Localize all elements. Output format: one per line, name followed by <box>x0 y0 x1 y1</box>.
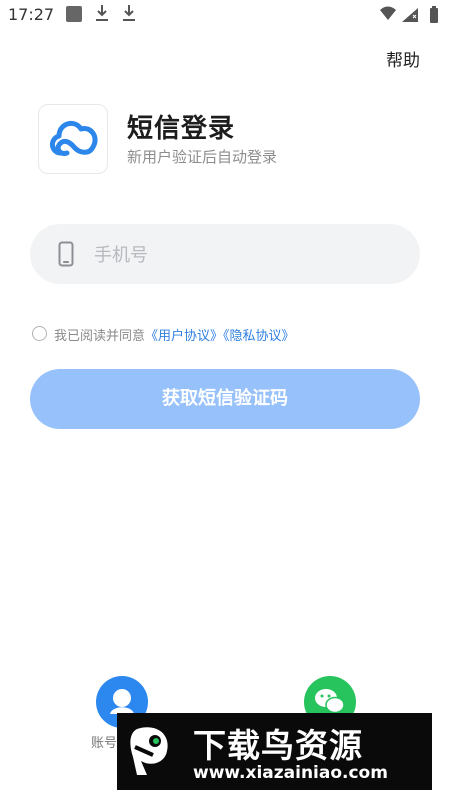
agreement-text: 我已阅读并同意《用户协议》《隐私协议》 <box>54 325 295 344</box>
notification-app-icon <box>66 6 82 22</box>
phone-field[interactable] <box>30 224 420 284</box>
phone-input[interactable] <box>92 238 396 272</box>
user-agreement-link[interactable]: 《用户协议》 <box>145 329 223 344</box>
page-title: 短信登录 <box>127 114 236 144</box>
cloud-logo-icon <box>50 120 98 156</box>
get-code-button[interactable]: 获取短信验证码 <box>30 369 420 429</box>
battery-icon <box>430 8 438 23</box>
watermark-banner: 下载鸟资源 www.xiazainiao.com <box>117 713 432 790</box>
status-bar: 17:27 <box>0 0 450 30</box>
help-button[interactable]: 帮助 <box>386 46 420 71</box>
privacy-policy-link[interactable]: 《隐私协议》 <box>223 329 295 344</box>
agreement-checkbox[interactable] <box>32 326 47 341</box>
status-time: 17:27 <box>8 5 55 24</box>
phone-icon <box>58 241 74 267</box>
wifi-icon <box>380 6 396 20</box>
watermark-url: www.xiazainiao.com <box>193 763 388 783</box>
account-login-label: 账号 <box>91 736 118 751</box>
page-subtitle: 新用户验证后自动登录 <box>127 148 278 166</box>
app-logo <box>38 104 108 174</box>
bird-logo-icon <box>130 727 168 775</box>
download-icon <box>123 5 135 21</box>
agreement-prefix: 我已阅读并同意 <box>54 329 146 344</box>
system-status-icons <box>380 6 438 23</box>
watermark-title: 下载鸟资源 <box>193 726 363 765</box>
download-icon <box>96 5 108 21</box>
